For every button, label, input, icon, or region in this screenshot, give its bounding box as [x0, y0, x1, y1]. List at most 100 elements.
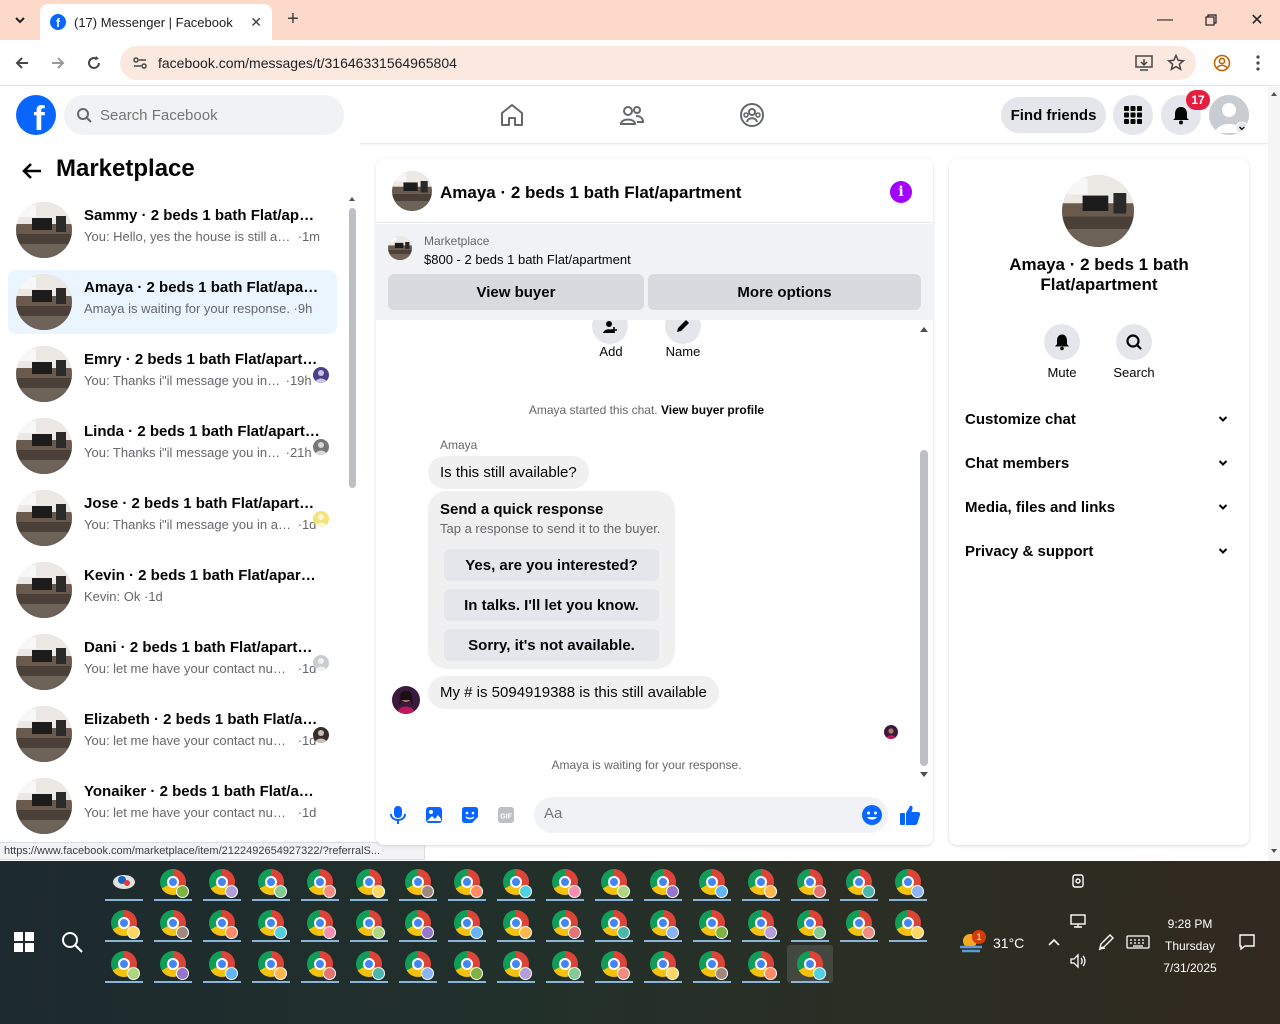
message-input[interactable]	[544, 805, 844, 822]
message-bubble[interactable]: My # is 5094919388 is this still availab…	[428, 676, 719, 709]
network-icon[interactable]	[1067, 910, 1089, 932]
conversation-item[interactable]: Elizabeth · 2 beds 1 bath Flat/apartment…	[8, 702, 337, 766]
profile-button[interactable]	[1208, 49, 1236, 77]
taskbar-chrome-window[interactable]	[885, 904, 931, 942]
message-input-box[interactable]	[534, 797, 888, 833]
browser-menu-button[interactable]	[1244, 49, 1272, 77]
taskbar-chrome-window[interactable]	[444, 945, 490, 983]
sender-avatar[interactable]	[392, 686, 420, 714]
taskbar-chrome-window[interactable]	[395, 863, 441, 901]
taskbar-chrome-window[interactable]	[689, 904, 735, 942]
privacy-support-section[interactable]: Privacy & support	[957, 530, 1241, 574]
system-clock[interactable]: 9:28 PM Thursday 7/31/2025	[1160, 913, 1220, 979]
facebook-search-input[interactable]	[100, 106, 300, 124]
bookmark-star-icon[interactable]	[1164, 51, 1188, 75]
taskbar-chrome-window[interactable]	[689, 945, 735, 983]
microphone-icon[interactable]	[386, 803, 410, 827]
view-buyer-profile-link[interactable]: View buyer profile	[661, 403, 764, 417]
new-tab-button[interactable]: +	[282, 8, 304, 30]
restore-button[interactable]	[1188, 0, 1234, 40]
taskbar-chrome-window[interactable]	[738, 904, 784, 942]
photo-icon[interactable]	[422, 803, 446, 827]
taskbar-chrome-window[interactable]	[787, 863, 833, 901]
taskbar-chrome-window[interactable]	[346, 863, 392, 901]
conversation-item[interactable]: Amaya · 2 beds 1 bath Flat/apartment Amay…	[8, 270, 337, 334]
tab-search-button[interactable]	[8, 8, 32, 32]
chevron-up-icon[interactable]	[1043, 931, 1065, 953]
taskbar-chrome-window[interactable]	[248, 945, 294, 983]
like-thumb-icon[interactable]	[898, 803, 922, 827]
chat-details-avatar[interactable]	[1062, 175, 1134, 247]
taskbar-chrome-window[interactable]	[885, 863, 931, 901]
back-arrow-button[interactable]	[20, 159, 44, 183]
facebook-logo-icon[interactable]: f	[16, 95, 56, 135]
taskbar-chrome-window[interactable]	[738, 863, 784, 901]
taskbar-chrome-window[interactable]	[787, 904, 833, 942]
taskbar-chrome-window[interactable]	[542, 863, 588, 901]
taskbar-chrome-window[interactable]	[101, 863, 147, 901]
back-button[interactable]	[8, 49, 36, 77]
taskbar-chrome-window[interactable]	[297, 863, 343, 901]
browser-tab[interactable]: f (17) Messenger | Facebook ✕	[40, 4, 272, 40]
taskbar-chrome-window[interactable]	[444, 863, 490, 901]
gif-icon[interactable]: GIF	[494, 803, 518, 827]
chat-title[interactable]: Amaya · 2 beds 1 bath Flat/apartment	[440, 183, 741, 203]
view-buyer-button[interactable]: View buyer	[388, 274, 644, 310]
taskbar-chrome-window[interactable]	[640, 863, 686, 901]
quick-response-button[interactable]: In talks. I'll let you know.	[444, 589, 659, 621]
taskbar-search-icon[interactable]	[60, 930, 84, 954]
taskbar-chrome-window[interactable]	[346, 945, 392, 983]
taskbar-chrome-window[interactable]	[591, 945, 637, 983]
taskbar-chrome-window[interactable]	[150, 863, 196, 901]
taskbar-chrome-window[interactable]	[199, 904, 245, 942]
taskbar-chrome-window[interactable]	[444, 904, 490, 942]
mute-button[interactable]	[1044, 324, 1080, 360]
taskbar-chrome-window[interactable]	[591, 904, 637, 942]
conversation-item[interactable]: Yonaiker · 2 beds 1 bath Flat/apartment Y…	[8, 774, 337, 838]
minimize-button[interactable]: —	[1142, 0, 1188, 40]
forward-button[interactable]	[44, 49, 72, 77]
emoji-icon[interactable]	[861, 804, 883, 831]
install-app-icon[interactable]	[1132, 51, 1156, 75]
quick-response-button[interactable]: Sorry, it's not available.	[444, 629, 659, 661]
taskbar-chrome-window[interactable]	[297, 904, 343, 942]
taskbar-chrome-window[interactable]	[493, 863, 539, 901]
taskbar-chrome-window[interactable]	[493, 945, 539, 983]
find-friends-button[interactable]: Find friends	[1001, 97, 1106, 133]
taskbar-chrome-window[interactable]	[101, 945, 147, 983]
taskbar-chrome-window[interactable]	[689, 863, 735, 901]
account-avatar[interactable]	[1209, 95, 1249, 135]
conversation-item[interactable]: Kevin · 2 beds 1 bath Flat/apartment Kevi…	[8, 558, 337, 622]
conversation-item[interactable]: Sammy · 2 beds 1 bath Flat/apartment You:…	[8, 198, 337, 262]
pen-icon[interactable]	[1095, 931, 1117, 953]
keyboard-icon[interactable]	[1125, 931, 1151, 953]
chat-scrollbar[interactable]	[917, 320, 931, 786]
taskbar-chrome-window[interactable]	[248, 904, 294, 942]
taskbar-chrome-window[interactable]	[150, 904, 196, 942]
taskbar-chrome-window[interactable]	[493, 904, 539, 942]
conversation-item[interactable]: Jose · 2 beds 1 bath Flat/apartment You: …	[8, 486, 337, 550]
info-icon[interactable]: i	[890, 181, 912, 203]
taskbar-chrome-window[interactable]	[591, 863, 637, 901]
taskbar-chrome-window[interactable]	[542, 945, 588, 983]
groups-nav-button[interactable]	[732, 95, 772, 135]
friends-nav-button[interactable]	[612, 95, 652, 135]
volume-icon[interactable]	[1067, 950, 1089, 972]
listing-thumbnail[interactable]	[388, 236, 412, 260]
customize-chat-section[interactable]: Customize chat	[957, 398, 1241, 442]
close-window-button[interactable]: ✕	[1234, 0, 1280, 40]
conversation-list-scrollbar[interactable]	[347, 194, 357, 834]
taskbar-chrome-window[interactable]	[199, 945, 245, 983]
facebook-search-bar[interactable]	[64, 95, 344, 135]
sticker-icon[interactable]	[458, 803, 482, 827]
home-nav-button[interactable]	[492, 95, 532, 135]
reload-button[interactable]	[80, 49, 108, 77]
taskbar-chrome-window[interactable]	[346, 904, 392, 942]
taskbar-chrome-window[interactable]	[836, 863, 882, 901]
taskbar-chrome-window[interactable]	[836, 904, 882, 942]
address-bar[interactable]: facebook.com/messages/t/3164633156496580…	[120, 46, 1196, 80]
taskbar-chrome-window[interactable]	[395, 904, 441, 942]
add-member-icon[interactable]	[592, 320, 628, 344]
taskbar-chrome-window[interactable]	[199, 863, 245, 901]
more-options-button[interactable]: More options	[648, 274, 921, 310]
